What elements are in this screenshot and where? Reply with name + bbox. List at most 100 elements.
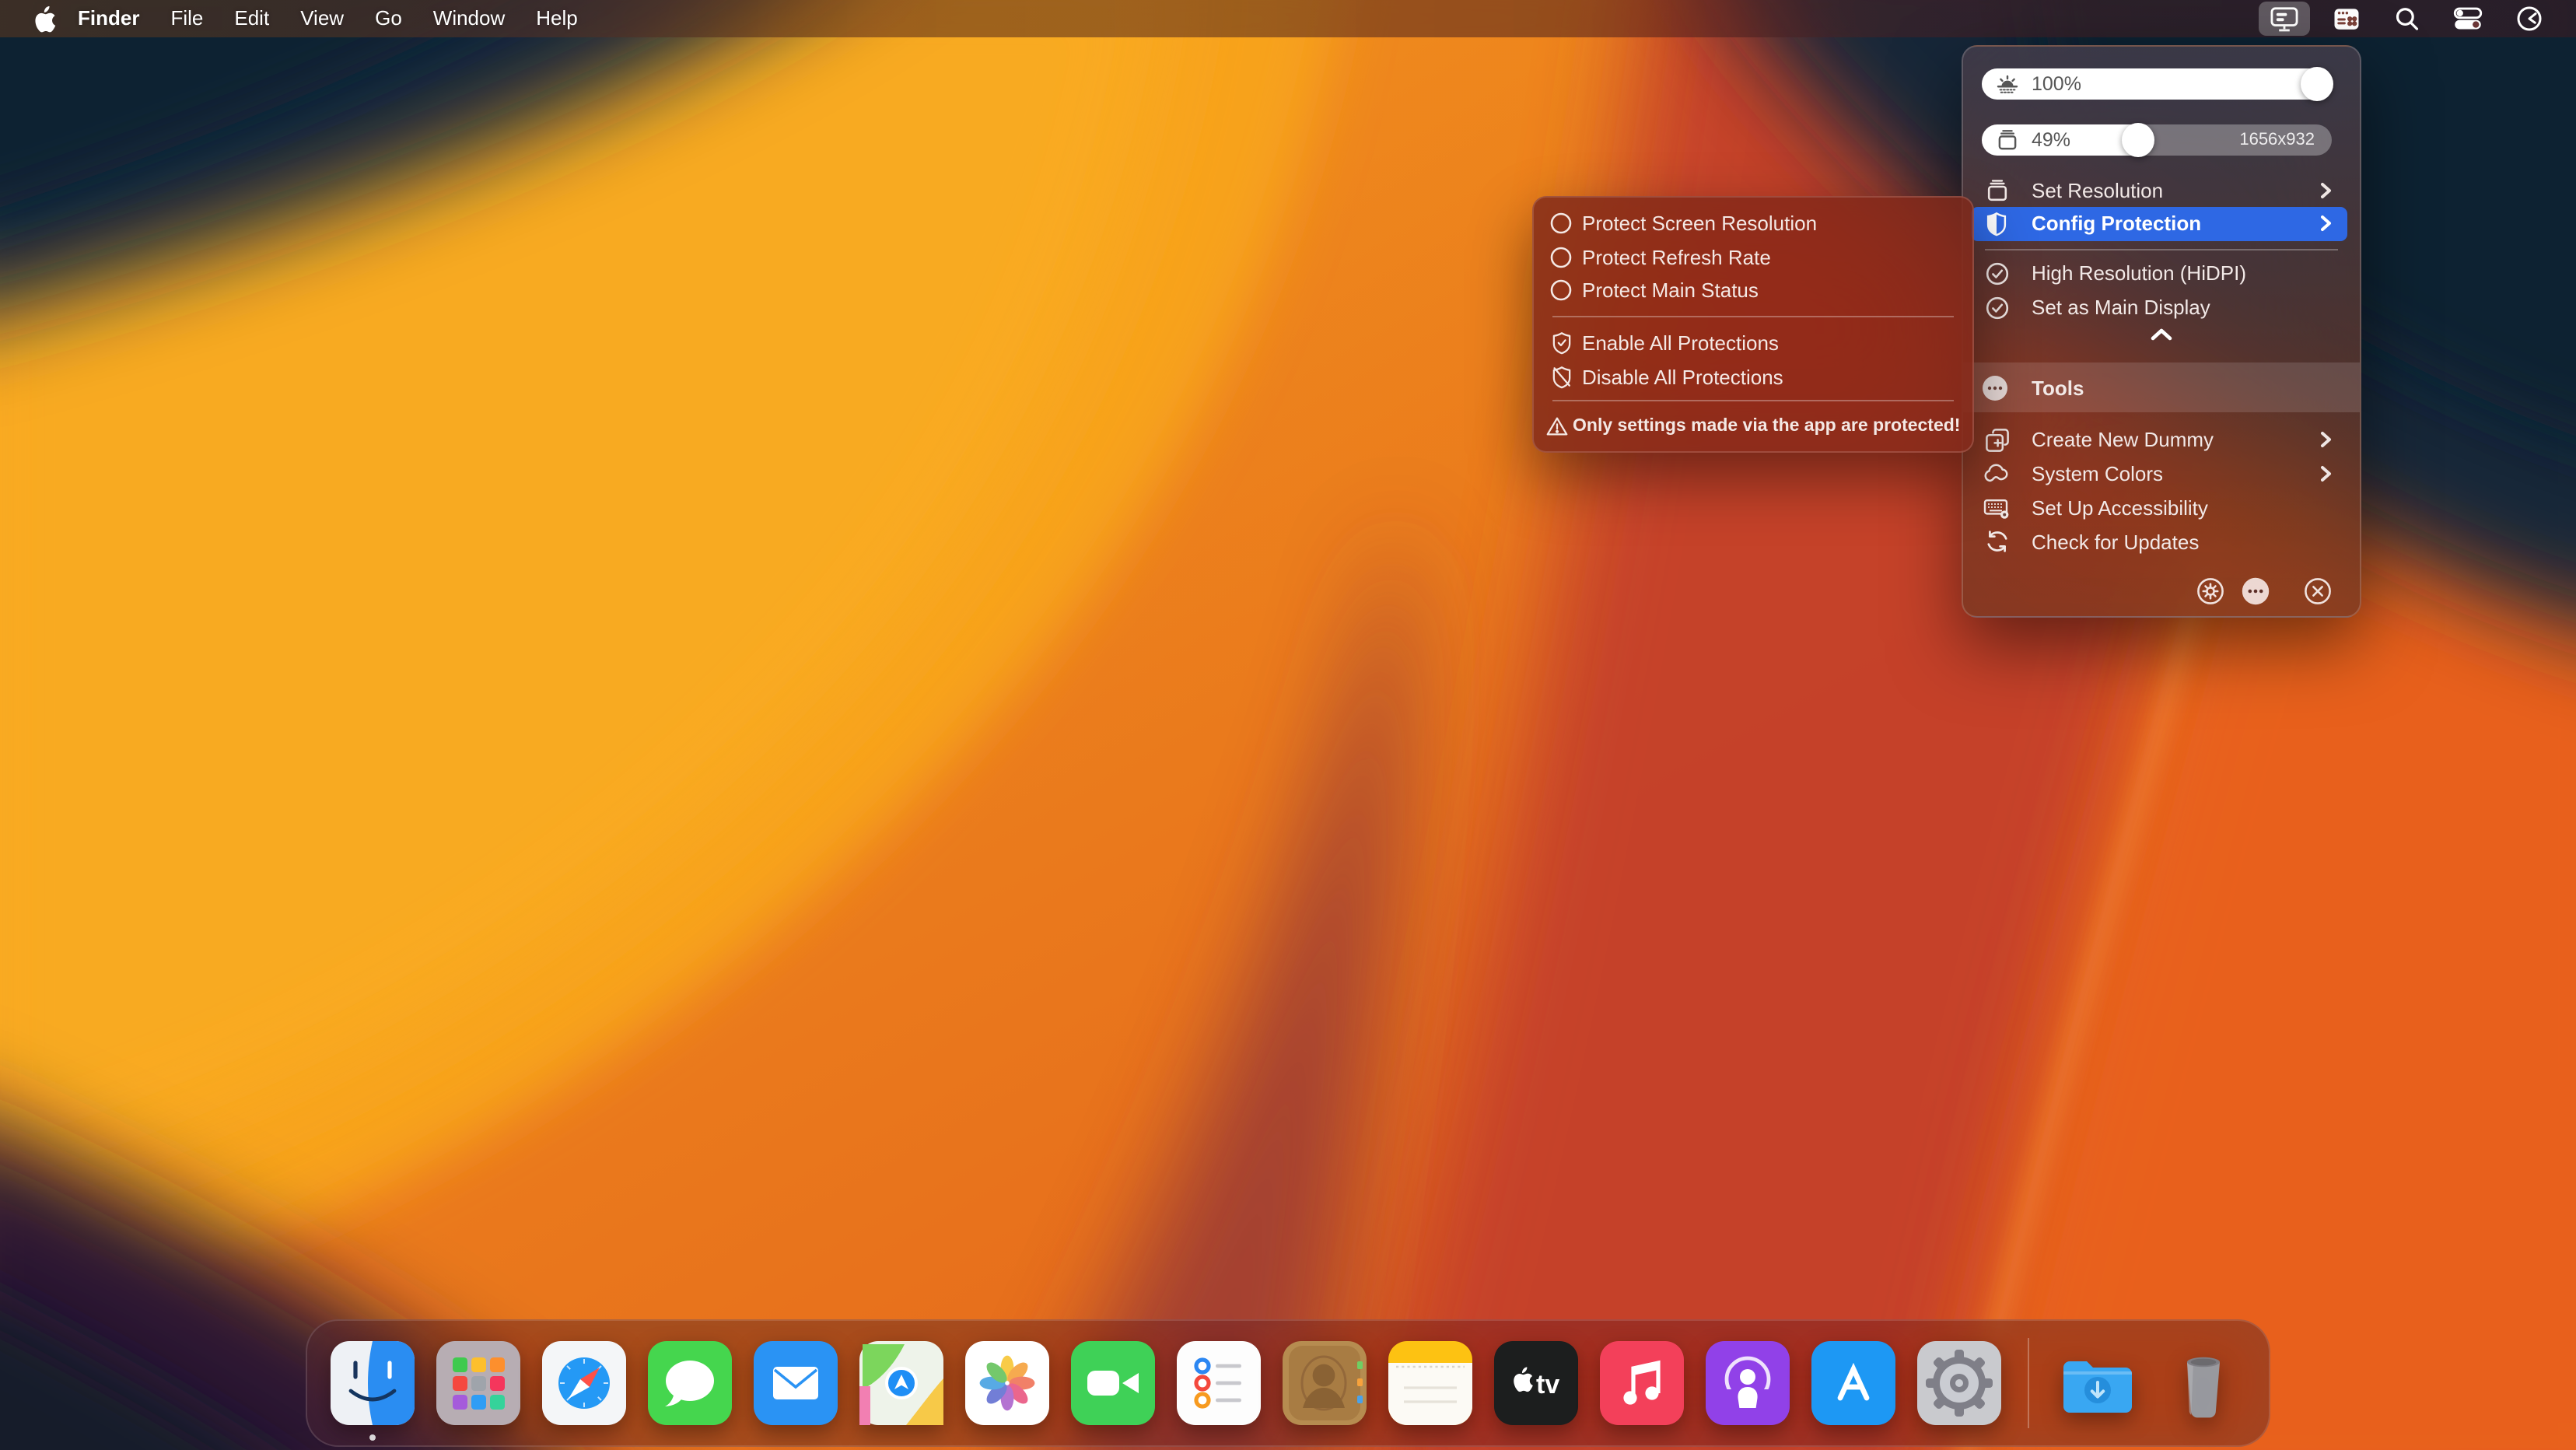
dock-podcasts[interactable] — [1706, 1341, 1790, 1425]
dock-music[interactable] — [1600, 1341, 1684, 1425]
spotlight-icon[interactable] — [2383, 2, 2431, 36]
dock: tv — [306, 1319, 2270, 1447]
dock-reminders[interactable] — [1177, 1341, 1261, 1425]
config-protection-submenu: Protect Screen Resolution Protect Refres… — [1532, 196, 1974, 453]
menu-bar-left: Finder File Edit View Go Window Help — [0, 0, 593, 37]
brightness-value: 100% — [2032, 73, 2081, 95]
check-circle-icon — [1983, 294, 2011, 322]
menu-item-window[interactable]: Window — [418, 0, 521, 37]
menu-row-set-main-display[interactable]: Set as Main Display — [1963, 291, 2360, 324]
menu-row-label: Create New Dummy — [2032, 429, 2214, 452]
menu-item-view[interactable]: View — [285, 0, 359, 37]
menu-item-help[interactable]: Help — [520, 0, 593, 37]
finder-running-indicator — [369, 1434, 376, 1441]
submenu-row-disable-all-protections[interactable]: Disable All Protections — [1534, 360, 1972, 393]
warning-triangle-icon — [1546, 415, 1568, 436]
brightness-icon — [1996, 72, 2019, 96]
menu-row-label: Set as Main Display — [2032, 296, 2210, 320]
tools-section-header: Tools — [1963, 362, 2360, 412]
dock-contacts[interactable] — [1283, 1341, 1367, 1425]
display-menu-popover: 100% 49% 1656x932 Set Resolution — [1962, 45, 2361, 618]
submenu-row-enable-all-protections[interactable]: Enable All Protections — [1534, 327, 1972, 359]
submenu-separator — [1552, 400, 1954, 401]
menu-row-high-resolution[interactable]: High Resolution (HiDPI) — [1963, 257, 2360, 290]
menu-row-system-colors[interactable]: System Colors — [1963, 457, 2360, 490]
menu-row-label: Check for Updates — [2032, 531, 2199, 554]
submenu-row-label: Enable All Protections — [1582, 331, 1779, 355]
plus-squares-icon — [1983, 426, 2011, 454]
chevron-up-icon — [2150, 327, 2173, 342]
dock-facetime[interactable] — [1071, 1341, 1155, 1425]
submenu-row-protect-main-status[interactable]: Protect Main Status — [1534, 274, 1972, 306]
menu-item-go[interactable]: Go — [359, 0, 418, 37]
dock-photos[interactable] — [965, 1341, 1049, 1425]
check-circle-icon — [1983, 260, 2011, 288]
dock-notes[interactable] — [1388, 1341, 1472, 1425]
dock-mail[interactable] — [754, 1341, 838, 1425]
dock-messages[interactable] — [648, 1341, 732, 1425]
submenu-warning-text: Only settings made via the app are prote… — [1573, 416, 1960, 435]
circle-unchecked-icon — [1548, 243, 1574, 270]
ui-scale-slider[interactable]: 49% 1656x932 — [1982, 124, 2332, 156]
dock-system-settings[interactable] — [1917, 1341, 2001, 1425]
menu-bar: Finder File Edit View Go Window Help — [0, 0, 2576, 37]
keyboard-badge-icon — [1983, 494, 2011, 522]
svg-text:tv: tv — [1536, 1370, 1559, 1399]
brightness-slider[interactable]: 100% — [1982, 68, 2332, 100]
submenu-row-label: Protect Screen Resolution — [1582, 212, 1817, 235]
tools-section-label: Tools — [2032, 376, 2084, 399]
circle-ellipsis-icon — [1982, 374, 2008, 401]
menu-row-create-new-dummy[interactable]: Create New Dummy — [1963, 423, 2360, 457]
submenu-row-label: Protect Refresh Rate — [1582, 245, 1771, 268]
chevron-right-icon — [2318, 465, 2335, 482]
resolution-label: 1656x932 — [2239, 124, 2315, 156]
ui-scale-value: 49% — [2032, 129, 2070, 151]
shield-icon — [1983, 210, 2011, 238]
close-menu-button[interactable] — [2304, 577, 2332, 605]
clock-icon[interactable] — [2504, 2, 2554, 36]
display-settings-menu-icon[interactable] — [2259, 2, 2310, 36]
submenu-warning: Only settings made via the app are prote… — [1534, 409, 1972, 442]
menu-row-check-for-updates[interactable]: Check for Updates — [1963, 525, 2360, 559]
menu-row-set-resolution[interactable]: Set Resolution — [1963, 174, 2360, 208]
menu-item-edit[interactable]: Edit — [219, 0, 285, 37]
menu-row-label: Config Protection — [2032, 212, 2201, 236]
dock-tv[interactable]: tv — [1494, 1341, 1578, 1425]
dock-separator — [2028, 1338, 2029, 1428]
chevron-right-icon — [2318, 215, 2335, 233]
settings-gear-button[interactable] — [2196, 577, 2224, 605]
brightness-slider-label-group: 100% — [1982, 68, 2332, 100]
submenu-row-label: Protect Main Status — [1582, 278, 1759, 302]
menu-row-label: High Resolution (HiDPI) — [2032, 262, 2246, 285]
submenu-row-protect-refresh-rate[interactable]: Protect Refresh Rate — [1534, 240, 1972, 273]
collapse-menu-button[interactable] — [1963, 327, 2360, 342]
menu-item-app[interactable]: Finder — [62, 0, 155, 37]
menu-item-file[interactable]: File — [155, 0, 219, 37]
control-center-icon[interactable] — [2442, 2, 2494, 36]
dock-trash[interactable] — [2161, 1341, 2245, 1425]
shield-slash-icon — [1548, 363, 1574, 390]
submenu-row-protect-screen-resolution[interactable]: Protect Screen Resolution — [1534, 207, 1972, 240]
apple-menu-icon[interactable] — [33, 5, 56, 32]
chevron-right-icon — [2318, 432, 2335, 449]
dock-maps[interactable] — [859, 1341, 943, 1425]
submenu-separator — [1552, 316, 1954, 317]
display-resolution-icon — [1983, 177, 2011, 205]
brightness-slider-knob[interactable] — [2301, 67, 2333, 101]
circle-unchecked-icon — [1548, 210, 1574, 236]
menu-row-label: System Colors — [2032, 462, 2163, 485]
dock-launchpad[interactable] — [436, 1341, 520, 1425]
display-scale-icon — [1996, 128, 2019, 152]
cloud-paint-icon — [1983, 460, 2011, 488]
more-options-button[interactable] — [2242, 577, 2270, 605]
dock-downloads-folder[interactable] — [2056, 1341, 2140, 1425]
menu-row-label: Set Resolution — [2032, 180, 2163, 203]
menu-row-config-protection[interactable]: Config Protection — [1971, 207, 2347, 240]
circle-unchecked-icon — [1548, 277, 1574, 303]
dock-app-store[interactable] — [1811, 1341, 1895, 1425]
dock-safari[interactable] — [542, 1341, 626, 1425]
submenu-row-label: Disable All Protections — [1582, 365, 1783, 388]
menu-row-setup-accessibility[interactable]: Set Up Accessibility — [1963, 491, 2360, 524]
window-shortcuts-menu-icon[interactable] — [2321, 2, 2372, 36]
dock-finder[interactable] — [331, 1341, 415, 1425]
